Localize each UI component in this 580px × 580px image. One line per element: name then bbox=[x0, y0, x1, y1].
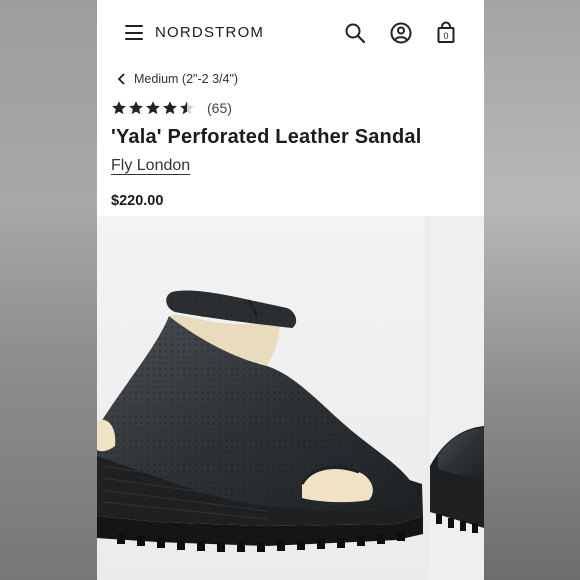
search-icon[interactable] bbox=[343, 21, 367, 45]
breadcrumb-label: Medium (2"-2 3/4") bbox=[134, 72, 239, 86]
site-header: NORDSTROM 0 bbox=[97, 0, 484, 64]
star-rating bbox=[111, 100, 195, 116]
breadcrumb[interactable]: Medium (2"-2 3/4") bbox=[117, 70, 238, 88]
shopping-bag-icon[interactable]: 0 bbox=[434, 21, 458, 45]
sandal-image bbox=[97, 290, 423, 552]
background-left bbox=[0, 0, 97, 580]
brand-link[interactable]: Fly London bbox=[111, 157, 190, 175]
product-title: 'Yala' Perforated Leather Sandal bbox=[111, 126, 422, 148]
star-half-icon bbox=[180, 101, 194, 115]
rating[interactable]: (65) bbox=[111, 100, 232, 116]
background-right bbox=[484, 0, 580, 580]
star-icon bbox=[129, 101, 143, 115]
product-image[interactable] bbox=[97, 216, 425, 580]
review-count: (65) bbox=[207, 100, 232, 116]
star-icon bbox=[112, 101, 126, 115]
bag-count: 0 bbox=[443, 31, 448, 41]
star-icon bbox=[163, 101, 177, 115]
next-product-image[interactable] bbox=[430, 216, 484, 580]
account-icon[interactable] bbox=[389, 21, 413, 45]
chevron-left-icon bbox=[117, 73, 125, 85]
product-price: $220.00 bbox=[111, 193, 164, 209]
menu-icon[interactable] bbox=[125, 25, 143, 40]
logo[interactable]: NORDSTROM bbox=[155, 24, 264, 41]
product-page: NORDSTROM 0 Medium (2"-2 3/4") (65) 'Yal… bbox=[97, 0, 484, 580]
sandal-image-partial bbox=[430, 426, 484, 533]
star-icon bbox=[146, 101, 160, 115]
image-gallery[interactable] bbox=[97, 216, 484, 580]
